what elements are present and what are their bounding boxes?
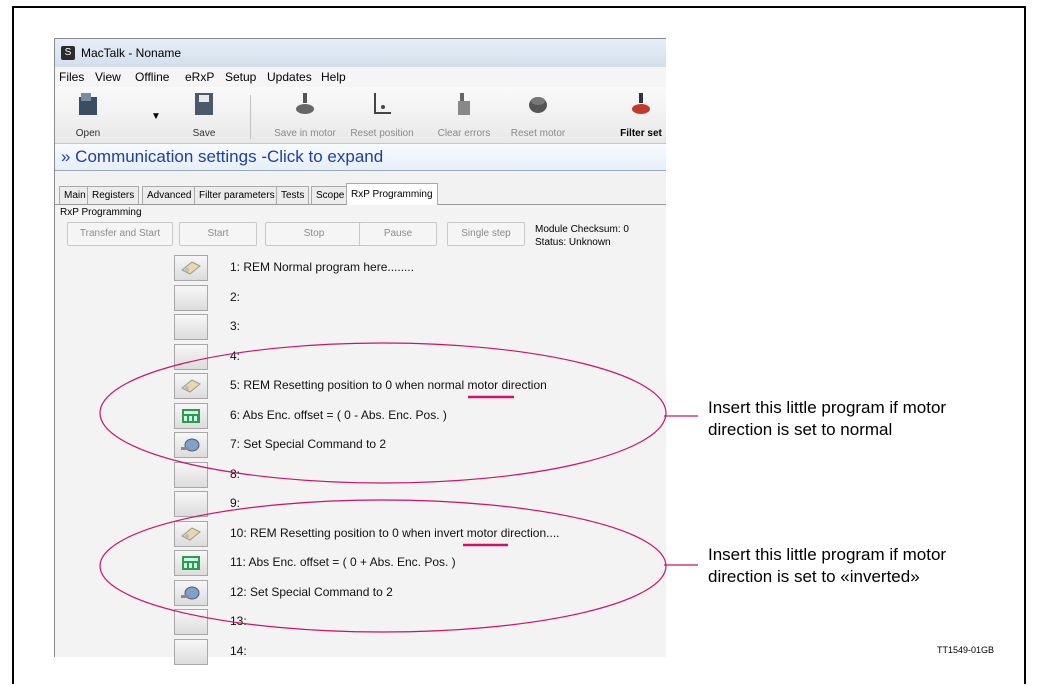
highlight-ellipse-inverted [99, 499, 667, 633]
highlight-ellipse-normal [99, 342, 667, 484]
document-id: TT1549-01GB [937, 645, 995, 655]
annotation-overlay [99, 342, 698, 633]
